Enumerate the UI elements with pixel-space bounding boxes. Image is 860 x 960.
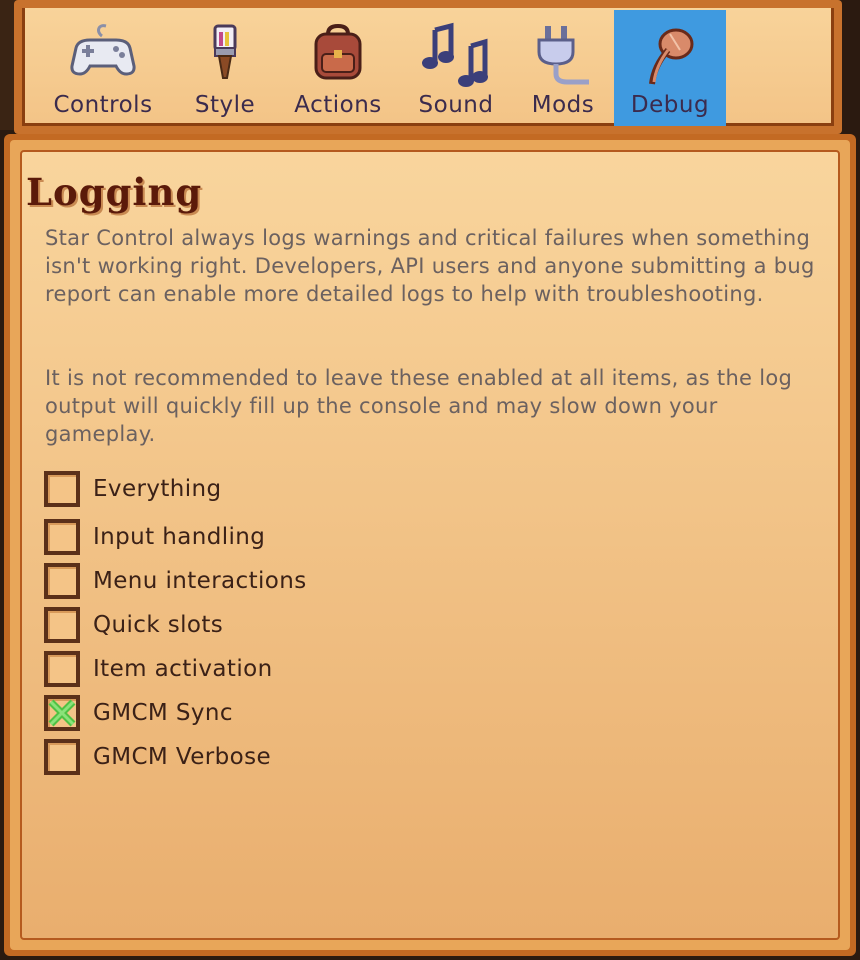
option-label: Menu interactions xyxy=(93,568,307,594)
checkbox[interactable] xyxy=(44,739,80,775)
plug-icon xyxy=(531,22,595,92)
option-label: Item activation xyxy=(93,656,273,682)
checkbox[interactable] xyxy=(44,519,80,555)
option-label: Input handling xyxy=(93,524,266,550)
checkbox[interactable] xyxy=(44,651,80,687)
option-input-handling[interactable]: Input handling xyxy=(44,519,265,555)
tab-mods[interactable]: Mods xyxy=(512,10,614,126)
option-label: GMCM Sync xyxy=(93,700,233,726)
tab-label: Mods xyxy=(531,92,595,118)
tab-controls[interactable]: Controls xyxy=(32,10,174,126)
tab-label: Debug xyxy=(630,92,710,118)
tabs: Controls Style Actions Sound Mods Debug xyxy=(32,10,726,126)
paintbrush-icon xyxy=(205,22,245,86)
music-notes-icon xyxy=(419,22,493,92)
tab-sound[interactable]: Sound xyxy=(400,10,512,126)
checkbox[interactable] xyxy=(44,563,80,599)
option-quick-slots[interactable]: Quick slots xyxy=(44,607,223,643)
warning-paragraph: It is not recommended to leave these ena… xyxy=(45,366,793,446)
tab-label: Style xyxy=(194,92,256,118)
tab-label: Sound xyxy=(418,92,494,118)
tab-debug[interactable]: Debug xyxy=(614,10,726,126)
section-title: Logging xyxy=(26,170,203,214)
option-label: GMCM Verbose xyxy=(93,744,272,770)
option-label: Quick slots xyxy=(93,612,224,638)
option-label: Everything xyxy=(93,476,222,502)
option-menu-interactions[interactable]: Menu interactions xyxy=(44,563,307,599)
option-everything[interactable]: Everything xyxy=(44,471,222,507)
checkbox-checked[interactable] xyxy=(44,695,80,731)
option-gmcm-verbose[interactable]: GMCM Verbose xyxy=(44,739,271,775)
tab-label: Controls xyxy=(53,92,153,118)
option-gmcm-sync[interactable]: GMCM Sync xyxy=(44,695,233,731)
tab-style[interactable]: Style xyxy=(174,10,276,126)
checkbox[interactable] xyxy=(44,607,80,643)
bug-icon xyxy=(640,22,700,92)
check-x-icon xyxy=(48,699,76,727)
backpack-icon xyxy=(308,22,368,88)
tab-label: Actions xyxy=(294,92,382,118)
tab-actions[interactable]: Actions xyxy=(276,10,400,126)
checkbox[interactable] xyxy=(44,471,80,507)
option-item-activation[interactable]: Item activation xyxy=(44,651,273,687)
gamepad-icon xyxy=(68,22,138,86)
description-paragraph: Star Control always logs warnings and cr… xyxy=(45,226,815,306)
